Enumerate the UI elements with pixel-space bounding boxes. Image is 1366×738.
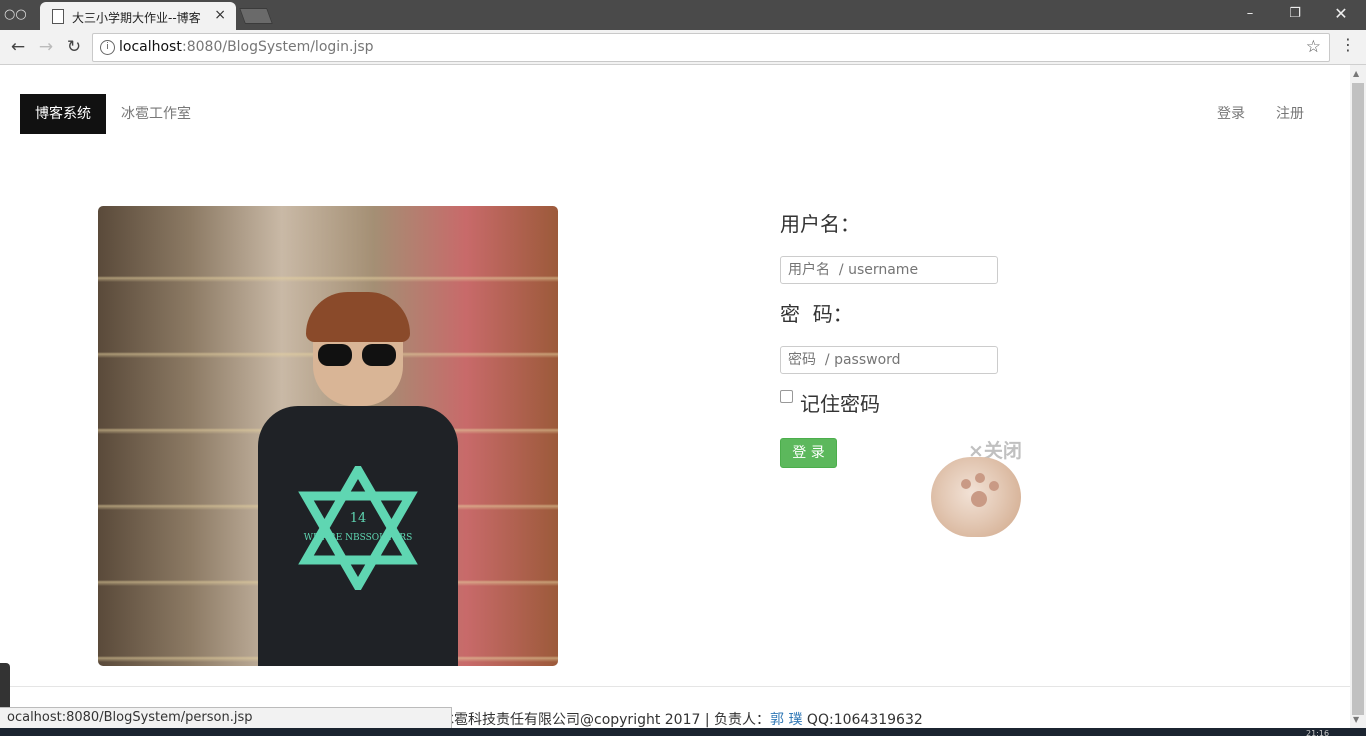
shirt-number: 14: [350, 511, 367, 526]
nav-link-studio[interactable]: 冰雹工作室: [121, 94, 191, 134]
url-path: :8080/BlogSystem/login.jsp: [182, 39, 374, 55]
profile-photo: 14 WE ARE NBSSOUTERS: [98, 206, 558, 666]
browser-tab[interactable]: 大三小学期大作业--博客 ×: [40, 2, 236, 30]
new-tab-button[interactable]: [239, 8, 273, 24]
page-favicon-icon: [52, 9, 64, 24]
taskbar-clock: 21:16: [1306, 729, 1330, 738]
remember-password-checkbox[interactable]: [780, 390, 793, 403]
url-host: localhost: [119, 39, 182, 55]
floating-cat-paw-image[interactable]: [931, 457, 1021, 537]
tab-title: 大三小学期大作业--博客: [72, 11, 201, 25]
scroll-down-icon[interactable]: ▼: [1353, 715, 1359, 724]
login-button[interactable]: 登 录: [780, 438, 837, 468]
nav-link-register[interactable]: 注册: [1276, 94, 1304, 134]
photo-person-sunglasses: [318, 344, 398, 366]
shirt-slogan: WE ARE NBSSOUTERS: [304, 533, 413, 543]
site-info-icon[interactable]: i: [100, 40, 115, 55]
page-scrollbar[interactable]: ▲ ▼: [1350, 65, 1366, 736]
photo-person-hair: [306, 292, 410, 342]
page-footer: 冰雹科技责任有限公司@copyright 2017 | 负责人：郭 璞 QQ:1…: [440, 709, 923, 729]
username-label: 用户名：: [780, 212, 860, 236]
password-input[interactable]: [780, 346, 998, 374]
shirt-star-icon: 14 WE ARE NBSSOUTERS: [298, 466, 418, 590]
incognito-icon[interactable]: ○○: [4, 6, 27, 24]
close-window-icon[interactable]: ✕: [1326, 4, 1356, 24]
photo-person: 14 WE ARE NBSSOUTERS: [258, 292, 458, 666]
browser-tab-bar: ○○ 大三小学期大作业--博客 × – ❐ ✕: [0, 0, 1366, 30]
footer-owner-link[interactable]: 郭 璞: [770, 712, 802, 728]
remember-password-label[interactable]: 记住密码: [800, 388, 880, 417]
scroll-thumb[interactable]: [1352, 83, 1364, 715]
username-input[interactable]: [780, 256, 998, 284]
footer-company-text: 冰雹科技责任有限公司@copyright 2017 | 负责人：: [440, 712, 771, 728]
browser-menu-icon[interactable]: ⋮: [1340, 37, 1356, 53]
address-bar[interactable]: i localhost :8080/BlogSystem/login.jsp ☆: [92, 33, 1330, 62]
bookmark-star-icon[interactable]: ☆: [1306, 37, 1321, 57]
browser-toolbar: ← → ↻ i localhost :8080/BlogSystem/login…: [0, 30, 1366, 65]
link-status-bubble: ocalhost:8080/BlogSystem/person.jsp: [0, 707, 452, 729]
back-icon[interactable]: ←: [7, 36, 29, 58]
password-label: 密 码：: [780, 302, 853, 326]
footer-divider: [0, 686, 1350, 687]
forward-icon[interactable]: →: [35, 36, 57, 58]
scroll-up-icon[interactable]: ▲: [1353, 69, 1359, 78]
navbar-brand[interactable]: 博客系统: [20, 94, 106, 134]
restore-window-icon[interactable]: ❐: [1280, 4, 1310, 24]
footer-qq-text: QQ:1064319632: [802, 712, 923, 728]
close-tab-icon[interactable]: ×: [214, 7, 226, 23]
nav-link-login[interactable]: 登录: [1217, 94, 1245, 134]
reload-icon[interactable]: ↻: [63, 36, 85, 58]
os-taskbar: [0, 728, 1366, 736]
photo-person-shirt: 14 WE ARE NBSSOUTERS: [258, 406, 458, 666]
minimize-window-icon[interactable]: –: [1235, 4, 1265, 24]
